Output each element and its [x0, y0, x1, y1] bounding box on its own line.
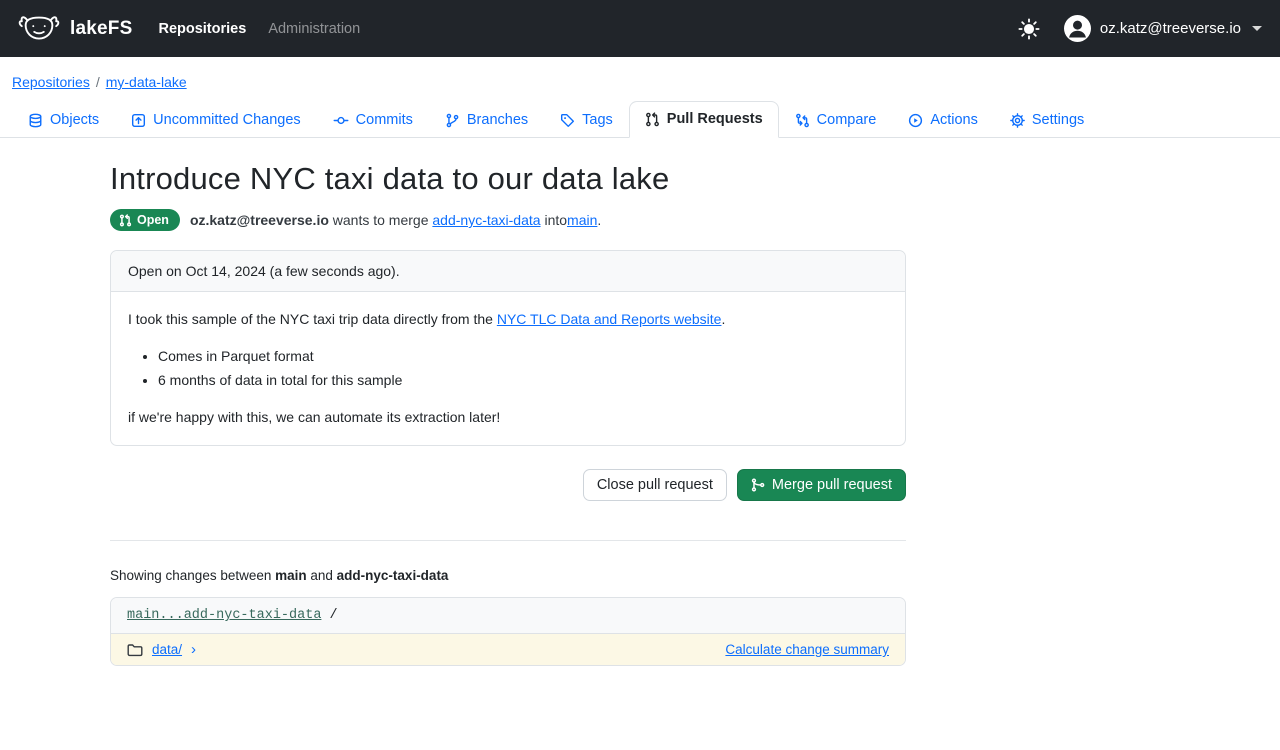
pr-action-buttons: Close pull request Merge pull request: [110, 469, 906, 501]
pr-description-card: Open on Oct 14, 2024 (a few seconds ago)…: [110, 250, 906, 446]
pr-author: oz.katz@treeverse.io: [190, 212, 329, 228]
tab-branches[interactable]: Branches: [429, 102, 544, 138]
nyc-tlc-link[interactable]: NYC TLC Data and Reports website: [497, 311, 722, 327]
tag-icon: [560, 113, 575, 128]
nav-repositories[interactable]: Repositories: [158, 21, 246, 37]
pull-request-page: Introduce NYC taxi data to our data lake…: [110, 161, 906, 666]
breadcrumb-repositories-link[interactable]: Repositories: [12, 74, 90, 90]
tab-settings[interactable]: Settings: [994, 102, 1100, 138]
description-intro: I took this sample of the NYC taxi trip …: [128, 309, 888, 330]
close-pull-request-button[interactable]: Close pull request: [583, 469, 727, 501]
commit-icon: [333, 113, 349, 128]
breadcrumb-repo-link[interactable]: my-data-lake: [106, 74, 187, 90]
bullet-item: Comes in Parquet format: [158, 346, 888, 367]
axolotl-logo-icon: [18, 12, 60, 46]
nav-administration[interactable]: Administration: [268, 21, 360, 37]
path-root: /: [330, 608, 338, 623]
merge-icon: [751, 478, 765, 492]
tab-pull-requests[interactable]: Pull Requests: [629, 101, 779, 138]
tab-actions[interactable]: Actions: [892, 102, 994, 138]
tab-compare[interactable]: Compare: [779, 102, 893, 138]
description-outro: if we're happy with this, we can automat…: [128, 407, 888, 428]
ref-selector-link[interactable]: main...add-nyc-taxi-data: [127, 608, 321, 623]
pull-request-icon: [645, 112, 660, 127]
caret-down-icon: [1252, 26, 1262, 31]
section-divider: [110, 540, 906, 541]
bullet-item: 6 months of data in total for this sampl…: [158, 370, 888, 391]
base-branch-name: main: [275, 568, 307, 583]
tab-tags[interactable]: Tags: [544, 102, 629, 138]
tab-objects[interactable]: Objects: [12, 102, 115, 138]
user-menu[interactable]: oz.katz@treeverse.io: [1064, 15, 1262, 42]
chevron-right-icon[interactable]: ›: [191, 642, 196, 657]
compare-icon: [795, 113, 810, 128]
calculate-change-summary-link[interactable]: Calculate change summary: [725, 642, 889, 657]
changes-table-header: main...add-nyc-taxi-data /: [111, 598, 905, 634]
merge-pull-request-button[interactable]: Merge pull request: [737, 469, 906, 501]
tab-commits[interactable]: Commits: [317, 102, 429, 138]
theme-toggle-sun-icon[interactable]: [1016, 16, 1042, 42]
changed-folder-link[interactable]: data/: [152, 642, 182, 657]
status-badge: Open: [110, 209, 180, 231]
pull-request-title: Introduce NYC taxi data to our data lake: [110, 161, 906, 197]
pr-opened-line: Open on Oct 14, 2024 (a few seconds ago)…: [111, 251, 905, 292]
user-email: oz.katz@treeverse.io: [1100, 20, 1241, 37]
target-branch-link[interactable]: main: [567, 212, 597, 228]
changed-entry-row: data/ › Calculate change summary: [111, 634, 905, 665]
changes-table: main...add-nyc-taxi-data / data/ › Calcu…: [110, 597, 906, 666]
gear-icon: [1010, 113, 1025, 128]
user-avatar-icon: [1064, 15, 1091, 42]
compare-branch-name: add-nyc-taxi-data: [337, 568, 449, 583]
breadcrumb: Repositories / my-data-lake: [12, 74, 1280, 90]
database-icon: [28, 113, 43, 128]
breadcrumb-separator: /: [96, 74, 100, 90]
branch-icon: [445, 113, 460, 128]
tab-uncommitted-changes[interactable]: Uncommitted Changes: [115, 102, 317, 138]
description-bullet-list: Comes in Parquet format 6 months of data…: [128, 346, 888, 391]
pull-request-meta: Open oz.katz@treeverse.io wants to merge…: [110, 209, 906, 231]
changes-summary-line: Showing changes between main and add-nyc…: [110, 568, 906, 583]
repository-tab-bar: Objects Uncommitted Changes Commits: [0, 101, 1280, 138]
pr-description-body: I took this sample of the NYC taxi trip …: [111, 292, 905, 445]
top-navbar: lakeFS Repositories Administration oz.ka…: [0, 0, 1280, 57]
pull-request-icon: [119, 214, 132, 227]
folder-icon: [127, 643, 143, 657]
brand-name: lakeFS: [70, 18, 132, 40]
upload-box-icon: [131, 113, 146, 128]
lakefs-brand[interactable]: lakeFS: [18, 12, 132, 46]
source-branch-link[interactable]: add-nyc-taxi-data: [432, 212, 540, 228]
merge-sentence: oz.katz@treeverse.io wants to merge add-…: [190, 212, 601, 228]
play-circle-icon: [908, 113, 923, 128]
